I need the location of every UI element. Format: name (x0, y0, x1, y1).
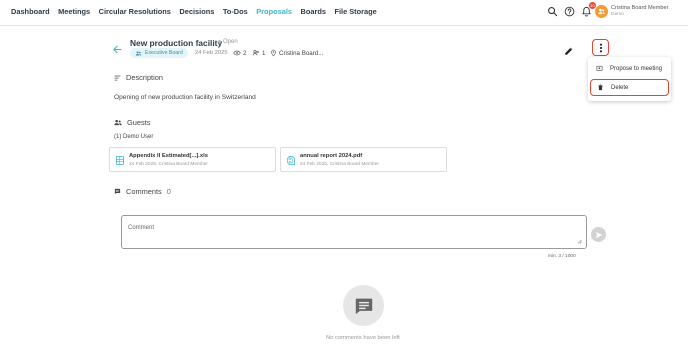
search-icon[interactable] (546, 5, 558, 17)
status-label: Open (218, 39, 238, 45)
propose-icon (596, 65, 603, 71)
attachment-card[interactable]: annual report 2024.pdf 24 Feb 2025, Cris… (280, 147, 447, 172)
nav-item-decisions[interactable]: Decisions (179, 7, 214, 16)
attachment-meta: 24 Feb 2025, Cristina Board Member (129, 162, 208, 167)
send-button[interactable] (591, 227, 606, 242)
guests-heading: Guests (114, 118, 150, 127)
nav-item-proposals[interactable]: Proposals (256, 7, 292, 16)
proposal-owner: Cristina Board... (270, 49, 323, 57)
nav-item-meetings[interactable]: Meetings (58, 7, 90, 16)
empty-comments-text: No comments have been left (326, 335, 400, 341)
nav-item-file-storage[interactable]: File Storage (334, 7, 376, 16)
people-icon (252, 50, 259, 56)
guests-count: 1 (252, 49, 265, 57)
comment-placeholder: Comment (128, 225, 155, 231)
eye-icon (233, 50, 241, 56)
more-vertical-icon (599, 43, 602, 52)
attachment-name: annual report 2024.pdf (300, 153, 363, 159)
nav-icon-group: 10 (546, 2, 597, 17)
chat-bubble-icon (355, 298, 372, 314)
guest-list: (1) Demo User (114, 134, 154, 140)
document-icon (287, 156, 295, 165)
user-role: Demo (611, 12, 624, 17)
nav-item-boards[interactable]: Boards (300, 7, 325, 16)
character-counter: min. 3 / 1000 (548, 254, 576, 259)
description-heading-label: Description (126, 73, 163, 82)
board-chip-label: Executive Board (145, 50, 183, 56)
proposal-date: 24 Feb 2025 (195, 50, 228, 56)
nav-item-dashboard[interactable]: Dashboard (11, 7, 50, 16)
back-arrow-icon[interactable] (112, 42, 123, 54)
description-text: Opening of new production facility in Sw… (114, 94, 256, 101)
edit-pencil-icon[interactable] (564, 43, 574, 55)
page-title: New production facility (130, 38, 223, 48)
views-count: 2 (233, 49, 246, 57)
proposal-owner-name: Cristina Board... (279, 49, 324, 57)
guests-group-icon (114, 119, 122, 126)
description-lines-icon (114, 75, 121, 81)
nav-item-todos[interactable]: To-Dos (223, 7, 248, 16)
more-options-button[interactable] (592, 39, 609, 56)
resize-handle-icon[interactable] (577, 239, 582, 244)
send-icon (595, 231, 602, 238)
comment-bubble-icon (114, 188, 121, 195)
avatar[interactable] (595, 5, 608, 18)
options-menu: Propose to meeting Delete (588, 57, 671, 101)
status-dot-icon (218, 39, 221, 43)
empty-comments-illustration (343, 285, 384, 326)
location-pin-icon (271, 49, 276, 57)
menu-item-propose-label: Propose to meeting (610, 65, 663, 72)
bell-icon[interactable]: 10 (580, 2, 596, 17)
attachment-name: Appendix II Estimated[...].xls (129, 153, 208, 159)
attachment-meta: 24 Feb 2025, Cristina Board Member (300, 162, 379, 167)
board-group-icon (135, 50, 142, 56)
nav-item-circular-resolutions[interactable]: Circular Resolutions (99, 7, 171, 16)
spreadsheet-icon (116, 156, 124, 165)
attachment-card[interactable]: Appendix II Estimated[...].xls 24 Feb 20… (109, 147, 276, 172)
menu-item-delete[interactable]: Delete (590, 79, 669, 96)
guests-heading-label: Guests (127, 118, 151, 127)
comments-heading-label: Comments (126, 187, 162, 196)
comment-input[interactable]: Comment (121, 215, 587, 249)
status-text: Open (223, 39, 238, 45)
guests-count-value: 1 (262, 49, 266, 57)
top-navigation: Dashboard Meetings Circular Resolutions … (0, 0, 688, 26)
nav-menu: Dashboard Meetings Circular Resolutions … (11, 7, 385, 16)
board-chip[interactable]: Executive Board (130, 48, 188, 58)
description-heading: Description (114, 73, 163, 82)
user-name[interactable]: Cristina Board Member (611, 5, 669, 11)
menu-item-propose-to-meeting[interactable]: Propose to meeting (590, 60, 669, 77)
menu-item-delete-label: Delete (611, 84, 629, 91)
comments-count: 0 (166, 187, 171, 196)
comments-heading: Comments 0 (114, 187, 171, 196)
views-count-value: 2 (243, 49, 247, 57)
trash-icon (598, 84, 603, 91)
help-icon[interactable] (563, 5, 575, 17)
